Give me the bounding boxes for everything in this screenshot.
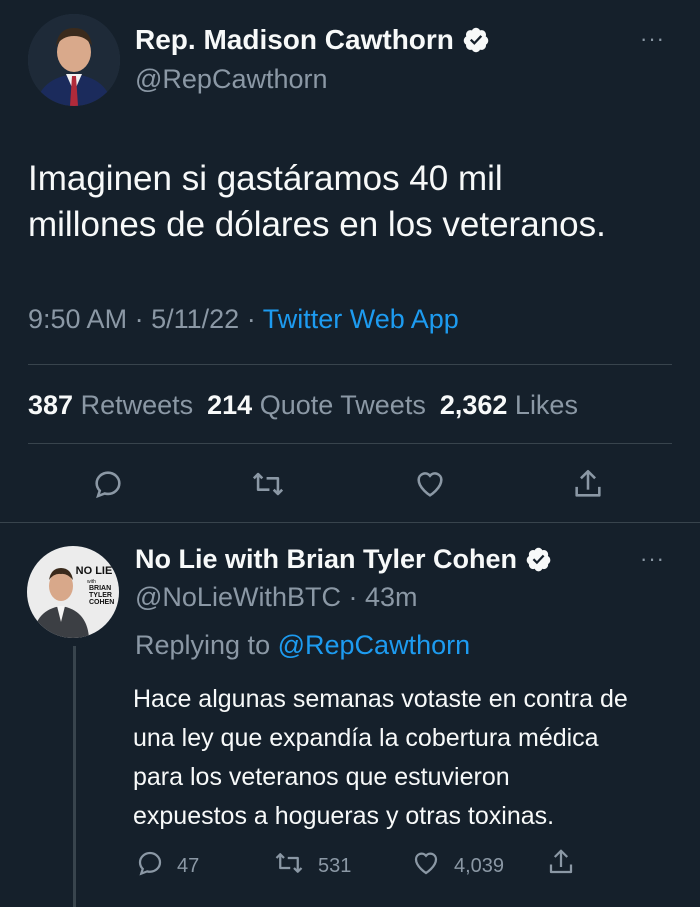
retweet-icon[interactable] xyxy=(246,462,290,506)
tweet-text-line: Imaginen si gastáramos 40 mil xyxy=(28,159,503,198)
quotes-count: 214 xyxy=(207,390,253,420)
reply-avatar-image: NO LIE with BRIAN TYLER COHEN xyxy=(27,546,119,638)
share-icon[interactable] xyxy=(566,462,610,506)
more-icon[interactable]: ··· xyxy=(640,546,665,572)
tweet-meta: 9:50 AM · 5/11/22 · Twitter Web App xyxy=(28,304,459,335)
verified-badge-icon xyxy=(462,26,490,54)
avatar[interactable] xyxy=(28,14,120,106)
main-tweet: Rep. Madison Cawthorn @RepCawthorn ··· I… xyxy=(0,0,700,523)
reply-count: 47 xyxy=(177,854,200,877)
like-count: 4,039 xyxy=(454,854,505,877)
replying-to: Replying to @RepCawthorn xyxy=(135,630,470,661)
retweets-stat[interactable]: 387 Retweets xyxy=(28,390,193,421)
reply-retweet-button[interactable]: 531 xyxy=(272,848,351,884)
tweet-time[interactable]: 9:50 AM xyxy=(28,304,127,334)
tweet-date[interactable]: 5/11/22 xyxy=(151,304,239,334)
separator: · xyxy=(246,304,263,334)
replying-mention-link[interactable]: @RepCawthorn xyxy=(278,630,471,660)
likes-label: Likes xyxy=(514,390,578,420)
retweets-count: 387 xyxy=(28,390,74,420)
likes-count: 2,362 xyxy=(439,390,508,420)
handle[interactable]: @RepCawthorn xyxy=(135,64,328,95)
reply-handle[interactable]: @NoLieWithBTC xyxy=(135,582,341,612)
reply-icon xyxy=(135,848,165,884)
reply-reply-button[interactable]: 47 xyxy=(135,848,199,884)
name-row: Rep. Madison Cawthorn xyxy=(135,24,490,56)
quotes-label: Quote Tweets xyxy=(259,390,426,420)
like-icon[interactable] xyxy=(408,462,452,506)
divider xyxy=(28,443,672,444)
avatar-logo-line: BRIAN xyxy=(89,585,111,592)
divider xyxy=(28,364,672,365)
reply-icon[interactable] xyxy=(86,462,130,506)
avatar-logo-line: COHEN xyxy=(89,599,114,606)
reply-display-name[interactable]: No Lie with Brian Tyler Cohen xyxy=(135,544,517,575)
replying-prefix: Replying to xyxy=(135,630,271,660)
retweet-icon xyxy=(272,848,306,884)
share-icon xyxy=(546,846,576,884)
reply-text-line: para los veteranos que estuvieron xyxy=(133,763,510,791)
like-icon xyxy=(410,848,442,884)
retweets-label: Retweets xyxy=(80,390,194,420)
reply-text-line: Hace algunas semanas votaste en contra d… xyxy=(133,685,628,713)
quotes-stat[interactable]: 214 Quote Tweets xyxy=(207,390,426,421)
display-name[interactable]: Rep. Madison Cawthorn xyxy=(135,24,454,56)
tweet-source-link[interactable]: Twitter Web App xyxy=(263,304,459,334)
tweet-stats: 387 Retweets 214 Quote Tweets 2,362 Like… xyxy=(28,390,578,421)
reply-actions: 47 531 4,039 xyxy=(0,846,700,882)
tweet-text: Imaginen si gastáramos 40 mil millones d… xyxy=(28,156,678,248)
reply-text-line: una ley que expandía la cobertura médica xyxy=(133,724,599,752)
retweet-count: 531 xyxy=(318,854,352,877)
separator: · xyxy=(348,582,365,612)
avatar-image xyxy=(28,14,120,106)
likes-stat[interactable]: 2,362 Likes xyxy=(440,390,578,421)
reply-name-row: No Lie with Brian Tyler Cohen xyxy=(135,544,552,575)
separator: · xyxy=(134,304,152,334)
verified-badge-icon xyxy=(525,546,552,573)
reply-handle-row: @NoLieWithBTC · 43m xyxy=(135,582,418,613)
reply-time[interactable]: 43m xyxy=(365,582,418,612)
reply-text: Hace algunas semanas votaste en contra d… xyxy=(133,680,688,836)
tweet-text-line: millones de dólares en los veteranos. xyxy=(28,205,606,244)
reply-like-button[interactable]: 4,039 xyxy=(410,848,504,884)
avatar-logo-line: NO LIE xyxy=(76,565,113,577)
reply-text-line: expuestos a hogueras y otras toxinas. xyxy=(133,802,555,830)
tweet-separator xyxy=(0,522,700,523)
reply-share-button[interactable] xyxy=(546,846,576,884)
avatar-logo-line: TYLER xyxy=(89,592,112,599)
more-icon[interactable]: ··· xyxy=(640,26,665,52)
reply-avatar[interactable]: NO LIE with BRIAN TYLER COHEN xyxy=(27,546,119,638)
